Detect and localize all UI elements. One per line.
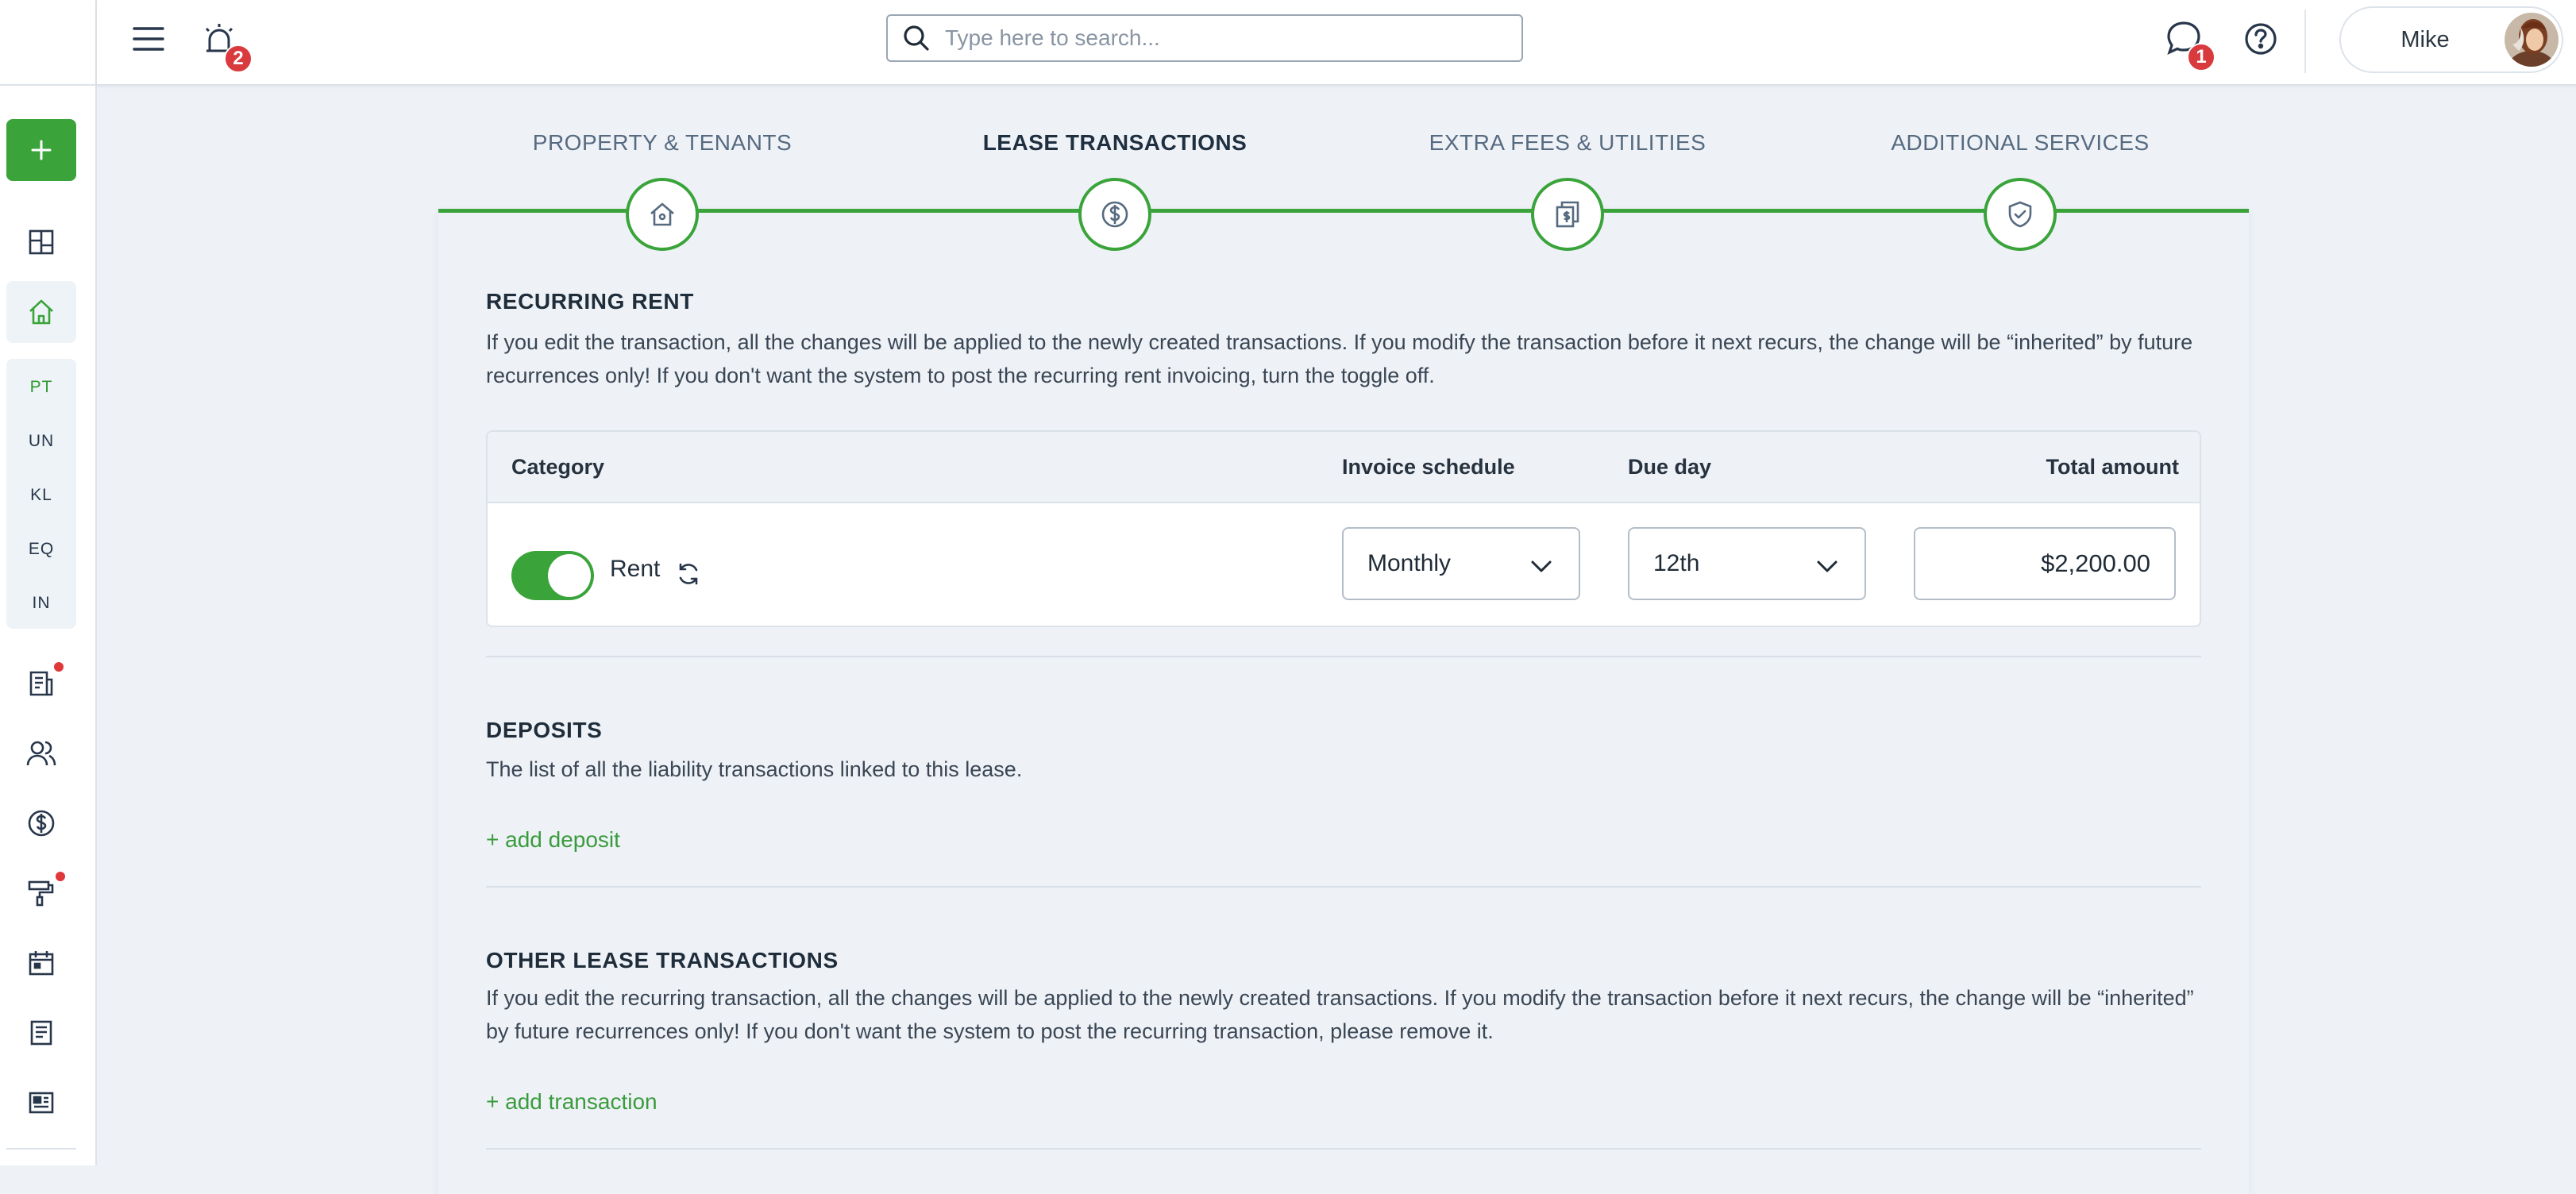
plus-icon — [29, 138, 53, 162]
step-circle — [1984, 178, 2057, 251]
calendar-icon — [26, 948, 56, 978]
search-bar[interactable]: Type here to search... — [886, 14, 1523, 62]
sidebar-item-accounting[interactable] — [6, 792, 76, 854]
column-header-category: Category — [511, 454, 605, 479]
other-transactions-title: OTHER LEASE TRANSACTIONS — [486, 948, 839, 973]
section-divider — [486, 656, 2201, 657]
sidebar-divider — [0, 84, 97, 86]
recurring-rent-toggle[interactable] — [511, 551, 594, 600]
due-day-value: 12th — [1653, 550, 1700, 576]
search-icon — [902, 24, 931, 52]
invoice-icon — [26, 668, 56, 699]
notification-dot — [56, 872, 65, 881]
chevron-down-icon — [1814, 553, 1841, 580]
messages-button[interactable]: 1 — [2161, 16, 2215, 71]
sidebar-item-invoices[interactable] — [6, 653, 76, 714]
column-header-invoice-schedule: Invoice schedule — [1342, 454, 1515, 479]
notifications-badge: 2 — [224, 44, 253, 73]
sidebar-subnav: PT UN KL EQ IN — [6, 359, 76, 629]
lease-stepper: PROPERTY & TENANTS LEASE TRANSACTIONS EX… — [438, 119, 2249, 254]
add-transaction-link[interactable]: + add transaction — [486, 1089, 657, 1115]
documents-dollar-icon — [1552, 198, 1583, 230]
sidebar-item-calendar[interactable] — [6, 932, 76, 994]
search-input[interactable]: Type here to search... — [945, 25, 1160, 51]
user-menu[interactable]: Mike — [2339, 6, 2563, 73]
sidebar-item-reports[interactable] — [6, 1072, 76, 1134]
document-icon — [26, 1018, 56, 1048]
step-label: LEASE TRANSACTIONS — [982, 130, 1248, 155]
sidebar: PT UN KL EQ IN — [0, 0, 97, 1165]
sidebar-subitem-eq[interactable]: EQ — [6, 540, 76, 559]
user-name: Mike — [2401, 26, 2450, 52]
hamburger-icon — [132, 25, 165, 53]
dollar-icon — [26, 808, 56, 838]
sidebar-item-properties[interactable] — [6, 281, 76, 343]
paint-roller-icon — [26, 878, 56, 908]
total-amount-value: $2,200.00 — [2041, 549, 2150, 577]
column-header-due-day: Due day — [1628, 454, 1712, 479]
step-lease-transactions[interactable]: LEASE TRANSACTIONS — [893, 119, 1337, 254]
chevron-down-icon — [1528, 553, 1555, 580]
section-divider — [486, 886, 2201, 888]
lease-transactions-card: RECURRING RENT If you edit the transacti… — [438, 210, 2249, 1194]
step-circle — [626, 178, 699, 251]
column-header-total-amount: Total amount — [2046, 454, 2179, 479]
step-label: ADDITIONAL SERVICES — [1891, 130, 2150, 155]
notification-dot — [54, 662, 64, 672]
sidebar-subitem-pt[interactable]: PT — [6, 378, 76, 397]
home-icon — [26, 297, 56, 327]
add-deposit-link[interactable]: + add deposit — [486, 827, 620, 853]
step-property-tenants[interactable]: PROPERTY & TENANTS — [440, 119, 885, 254]
step-extra-fees[interactable]: EXTRA FEES & UTILITIES — [1345, 119, 1790, 254]
shield-check-icon — [2004, 198, 2036, 230]
sidebar-subitem-in[interactable]: IN — [6, 594, 76, 613]
toggle-knob — [548, 554, 591, 597]
top-header: 2 Type here to search... 1 Mike — [97, 0, 2576, 86]
table-row: Rent Monthly 12th $2,200.00 — [488, 503, 2200, 626]
sidebar-item-dashboard[interactable] — [6, 211, 76, 273]
dollar-icon — [1099, 198, 1131, 230]
help-icon — [2243, 21, 2278, 56]
add-new-button[interactable] — [6, 119, 76, 181]
recurring-rent-title: RECURRING RENT — [486, 289, 694, 314]
help-button[interactable] — [2241, 19, 2281, 59]
step-additional-services[interactable]: ADDITIONAL SERVICES — [1798, 119, 2242, 254]
header-divider — [2304, 10, 2306, 73]
news-icon — [26, 1088, 56, 1118]
avatar — [2505, 13, 2559, 67]
sidebar-subitem-kl[interactable]: KL — [6, 486, 76, 505]
sidebar-item-people[interactable] — [6, 722, 76, 784]
recurring-icon — [675, 560, 702, 587]
step-circle — [1078, 178, 1151, 251]
house-icon — [646, 198, 678, 230]
step-label: PROPERTY & TENANTS — [532, 130, 792, 155]
menu-button[interactable] — [129, 21, 168, 57]
deposits-description: The list of all the liability transactio… — [486, 757, 1023, 781]
due-day-select[interactable]: 12th — [1628, 527, 1866, 600]
table-header: Category Invoice schedule Due day Total … — [488, 432, 2200, 503]
deposits-title: DEPOSITS — [486, 718, 603, 742]
sidebar-subitem-un[interactable]: UN — [6, 432, 76, 451]
messages-badge: 1 — [2187, 43, 2215, 71]
category-label: Rent — [610, 556, 661, 582]
invoice-schedule-value: Monthly — [1367, 550, 1452, 576]
sidebar-item-maintenance[interactable] — [6, 862, 76, 924]
recurring-rent-table: Category Invoice schedule Due day Total … — [486, 430, 2201, 627]
step-circle — [1531, 178, 1604, 251]
total-amount-input[interactable]: $2,200.00 — [1914, 527, 2176, 600]
sidebar-item-documents[interactable] — [6, 1002, 76, 1064]
users-icon — [25, 738, 57, 768]
section-divider — [486, 1148, 2201, 1150]
dashboard-icon — [27, 228, 56, 256]
sidebar-divider — [6, 1148, 76, 1150]
recurring-rent-description: If you edit the transaction, all the cha… — [486, 330, 2193, 387]
step-label: EXTRA FEES & UTILITIES — [1429, 130, 1706, 155]
invoice-schedule-select[interactable]: Monthly — [1342, 527, 1580, 600]
other-transactions-description: If you edit the recurring transaction, a… — [486, 986, 2194, 1043]
notifications-button[interactable]: 2 — [197, 17, 253, 73]
